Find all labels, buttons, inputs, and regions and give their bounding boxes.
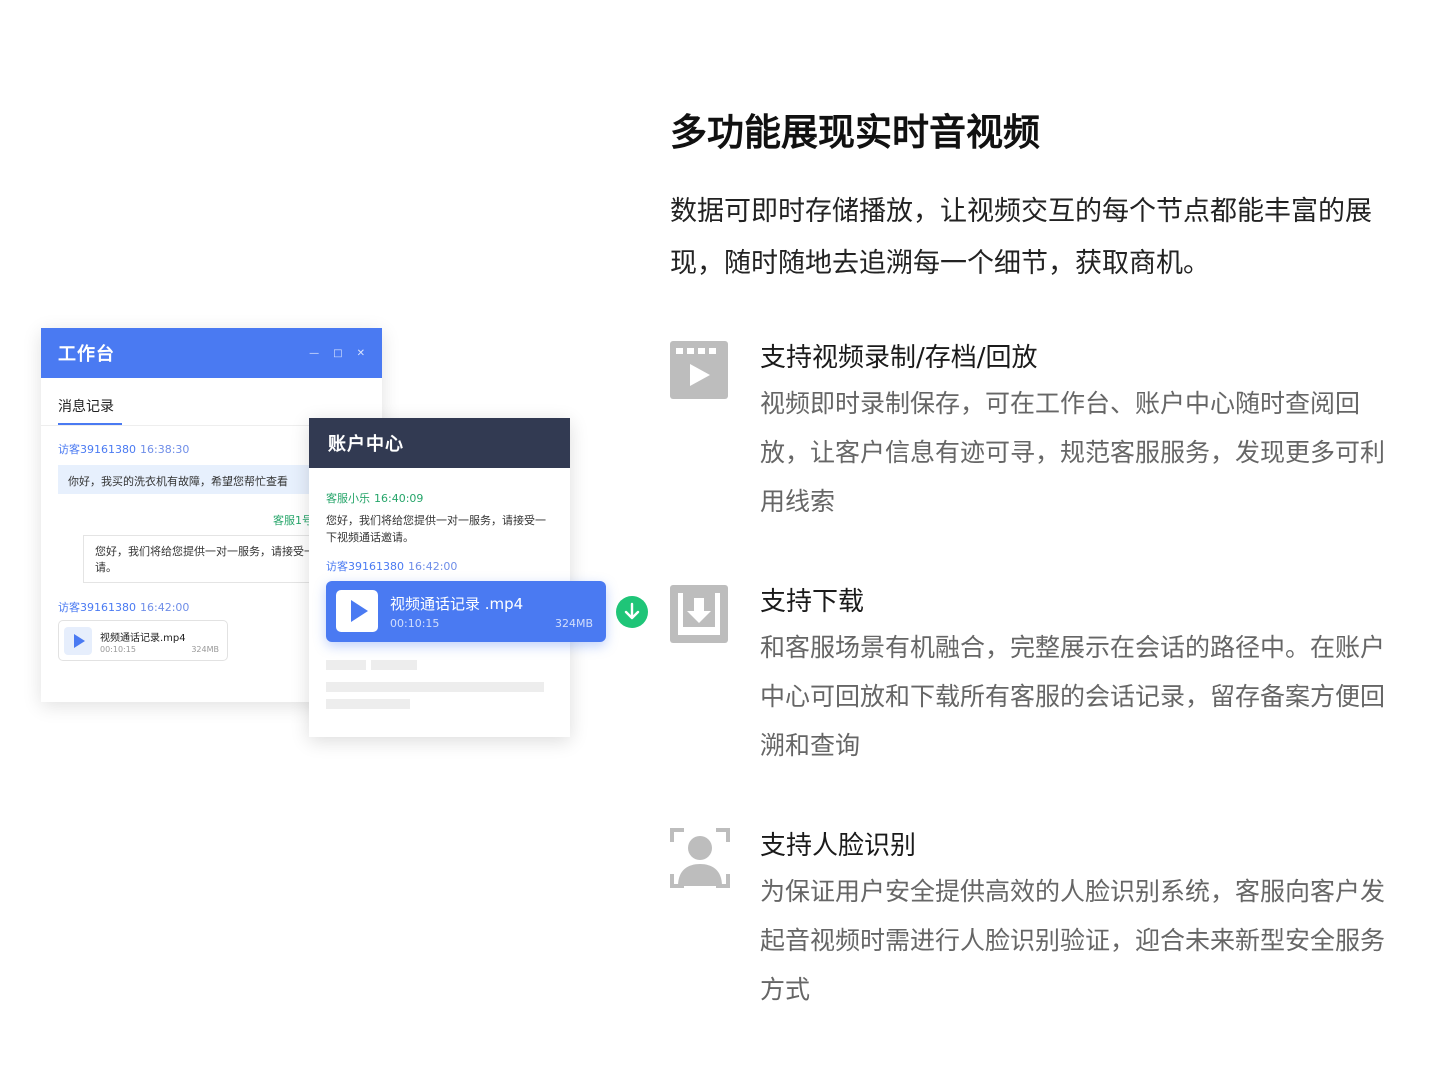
message-time: 16:42:00 [408, 560, 458, 573]
visitor-name: 访客39161380 [58, 443, 136, 456]
video-film-icon [670, 341, 730, 401]
visitor-name: 访客39161380 [58, 601, 136, 614]
agent-meta: 客服小乐 16:40:09 [326, 490, 423, 506]
feature-title: 支持人脸识别 [760, 831, 917, 861]
play-icon[interactable] [64, 627, 92, 655]
skeleton-line [371, 660, 417, 670]
visitor-meta: 访客39161380 16:42:00 [326, 558, 457, 574]
message-time: 16:40:09 [374, 492, 424, 505]
video-size: 324MB [554, 617, 593, 630]
video-duration: 00:10:15 [390, 617, 440, 630]
visitor-meta: 访客39161380 16:38:30 [58, 441, 189, 457]
message-time: 16:42:00 [140, 601, 190, 614]
skeleton-line [326, 682, 544, 692]
video-file-name: 视频通话记录 .mp4 [390, 595, 524, 613]
video-file-card[interactable]: 视频通话记录.mp4 00:10:15 324MB [58, 620, 228, 661]
feature-title: 支持视频录制/存档/回放 [760, 343, 1038, 373]
file-name: 视频通话记录.mp4 [100, 633, 186, 644]
maximize-icon[interactable]: □ [333, 348, 342, 359]
download-icon[interactable] [616, 596, 648, 628]
close-icon[interactable]: ✕ [357, 348, 365, 359]
page-description: 数据可即时存储播放，让视频交互的每个节点都能丰富的展现，随时随地去追溯每一个细节… [670, 196, 1372, 279]
skeleton-line [326, 699, 410, 709]
video-record-card[interactable]: 视频通话记录 .mp4 00:10:15 324MB [326, 581, 606, 642]
account-center-title: 账户中心 [328, 434, 404, 455]
workbench-titlebar: 工作台 — □ ✕ [41, 328, 382, 378]
feature-description: 为保证用户安全提供高效的人脸识别系统，客服向客户发起音视频时需进行人脸识别验证，… [760, 877, 1386, 1004]
file-size: 324MB [191, 645, 219, 654]
file-duration: 00:10:15 [100, 645, 136, 654]
visitor-meta: 访客39161380 16:42:00 [58, 599, 189, 615]
agent-name: 客服1号 [273, 514, 313, 527]
feature-description: 和客服场景有机融合，完整展示在会话的路径中。在账户中心可回放和下载所有客服的会话… [760, 633, 1386, 760]
skeleton-line [326, 660, 366, 670]
visitor-name: 访客39161380 [326, 560, 404, 573]
account-center-window: 账户中心 客服小乐 16:40:09 您好，我们将给您提供一对一服务，请接受一下视… [309, 418, 570, 737]
tab-active-indicator [58, 423, 122, 425]
page-title: 多功能展现实时音视频 [670, 111, 1040, 154]
account-center-titlebar: 账户中心 [309, 418, 570, 468]
workbench-title: 工作台 [58, 344, 115, 365]
message-time: 16:38:30 [140, 443, 190, 456]
face-scan-icon [670, 828, 730, 888]
agent-name: 客服小乐 [326, 492, 370, 505]
download-box-icon [670, 585, 730, 645]
tab-message-records[interactable]: 消息记录 [58, 396, 114, 416]
feature-description: 视频即时录制保存，可在工作台、账户中心随时查阅回放，让客户信息有迹可寻，规范客服… [760, 389, 1386, 516]
agent-message: 您好，我们将给您提供一对一服务，请接受一下视频通话邀请。 [326, 514, 546, 544]
feature-title: 支持下载 [760, 587, 865, 617]
minimize-icon[interactable]: — [309, 348, 319, 359]
play-icon[interactable] [336, 590, 378, 632]
